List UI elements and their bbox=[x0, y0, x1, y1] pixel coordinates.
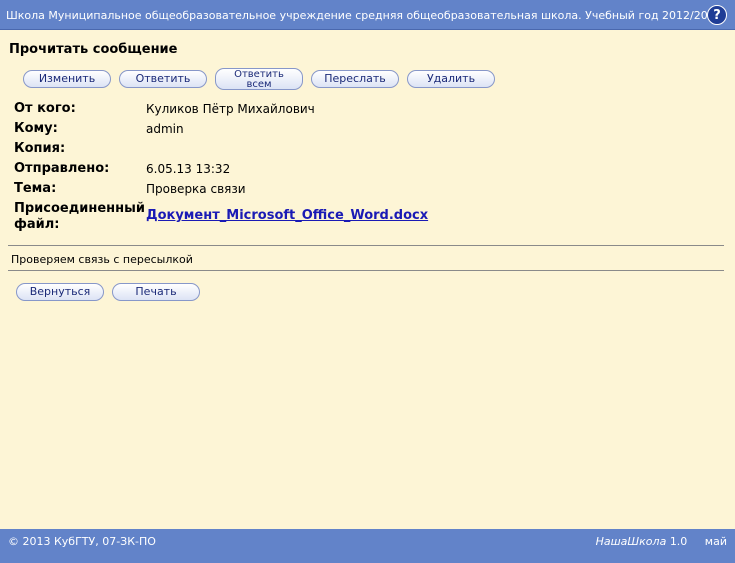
brand-info: НашаШкола 1.0 май bbox=[596, 535, 727, 548]
subject-label: Тема: bbox=[14, 181, 57, 196]
sent-value: 6.05.13 13:32 bbox=[146, 162, 231, 176]
attachment-link[interactable]: Документ_Microsoft_Office_Word.docx bbox=[146, 208, 428, 223]
subject-value: Проверка связи bbox=[146, 182, 246, 196]
from-label: От кого: bbox=[14, 101, 76, 116]
reply-all-label-line2: всем bbox=[246, 79, 272, 90]
attachment-label-line1: Присоединенный bbox=[14, 201, 145, 216]
attachment-label-line2: файл: bbox=[14, 217, 60, 232]
copyright-text: © 2013 КубГТУ, 07-ЗК-ПО bbox=[8, 535, 156, 548]
reply-all-button[interactable]: Ответить всем bbox=[215, 68, 303, 90]
edit-button[interactable]: Изменить bbox=[23, 70, 111, 88]
month-label: май bbox=[704, 535, 727, 548]
to-value: admin bbox=[146, 122, 184, 136]
from-value: Куликов Пётр Михайлович bbox=[146, 102, 315, 116]
attachment-label: Присоединенный файл: bbox=[14, 201, 145, 233]
divider-bottom bbox=[8, 270, 724, 271]
brand-version: 1.0 bbox=[669, 535, 688, 548]
footer-bar: © 2013 КубГТУ, 07-ЗК-ПО НашаШкола 1.0 ма… bbox=[0, 529, 735, 563]
print-button[interactable]: Печать bbox=[112, 283, 200, 301]
forward-button[interactable]: Переслать bbox=[311, 70, 399, 88]
reply-button[interactable]: Ответить bbox=[119, 70, 207, 88]
school-title: Школа Муниципальное общеобразовательное … bbox=[6, 9, 726, 22]
message-body: Проверяем связь с пересылкой bbox=[11, 253, 193, 266]
page-title: Прочитать сообщение bbox=[9, 42, 178, 57]
delete-button[interactable]: Удалить bbox=[407, 70, 495, 88]
brand-name: НашаШкола bbox=[595, 535, 667, 548]
help-icon[interactable]: ? bbox=[707, 5, 727, 25]
sent-label: Отправлено: bbox=[14, 161, 110, 176]
cc-label: Копия: bbox=[14, 141, 66, 156]
back-button[interactable]: Вернуться bbox=[16, 283, 104, 301]
to-label: Кому: bbox=[14, 121, 58, 136]
divider-top bbox=[8, 245, 724, 246]
top-bar: Школа Муниципальное общеобразовательное … bbox=[0, 0, 735, 30]
